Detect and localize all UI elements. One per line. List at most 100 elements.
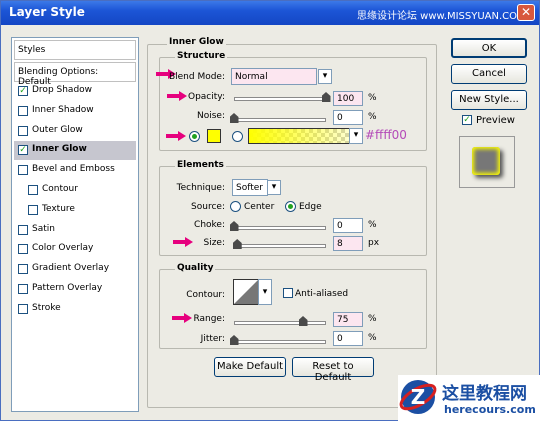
noise-input[interactable]: 0 (333, 110, 363, 125)
range-slider[interactable] (234, 321, 326, 325)
noise-label: Noise: (197, 111, 225, 121)
style-item-inner-shadow[interactable]: Inner Shadow (14, 102, 136, 121)
window-title: Layer Style (9, 5, 85, 19)
chevron-down-icon[interactable]: ▾ (349, 128, 363, 144)
style-item-label: Satin (32, 223, 55, 234)
jitter-slider[interactable] (234, 340, 326, 344)
chevron-down-icon[interactable]: ▾ (318, 69, 332, 84)
style-item-bevel-and-emboss[interactable]: Bevel and Emboss (14, 161, 136, 180)
style-checkbox[interactable] (18, 105, 28, 116)
source-label: Source: (191, 202, 225, 212)
source-center-label: Center (244, 202, 275, 212)
gradient-radio[interactable] (232, 131, 243, 142)
style-item-label: Inner Shadow (32, 104, 94, 115)
jitter-unit: % (368, 333, 377, 343)
styles-header[interactable]: Styles (14, 40, 136, 60)
svg-text:Z: Z (411, 385, 426, 409)
title-bar[interactable]: Layer Style 思缘设计论坛 www.MISSYUAN.COM ✕ (1, 1, 539, 25)
watermark-logo: Z 这里教程网 herecours.com (398, 375, 540, 421)
preview-thumbnail (459, 136, 515, 188)
choke-slider[interactable] (234, 226, 326, 230)
contour-preview-icon[interactable] (233, 279, 259, 305)
glow-color-swatch[interactable] (207, 129, 221, 143)
style-checkbox[interactable] (18, 264, 28, 275)
source-edge-label: Edge (299, 202, 322, 212)
noise-slider[interactable] (234, 118, 326, 122)
source-edge-radio[interactable] (285, 201, 296, 212)
style-checkbox[interactable] (18, 165, 28, 176)
color-radio[interactable] (189, 131, 200, 142)
style-checkbox[interactable]: ✓ (18, 86, 28, 96)
opacity-unit: % (368, 93, 377, 103)
cancel-button[interactable]: Cancel (451, 64, 527, 84)
styles-list: Styles Blending Options: Default ✓ Drop S… (11, 37, 139, 412)
size-slider[interactable] (234, 244, 326, 248)
highlight-arrow-icon (166, 131, 186, 141)
gradient-picker[interactable] (248, 128, 350, 144)
ok-button[interactable]: OK (451, 38, 527, 58)
blending-options-item[interactable]: Blending Options: Default (14, 62, 136, 87)
style-item-stroke[interactable]: Stroke (14, 300, 136, 319)
choke-unit: % (368, 220, 377, 230)
contour-label: Contour: (186, 290, 225, 300)
style-checkbox[interactable] (18, 284, 28, 294)
color-annotation: #ffff00 (365, 128, 407, 142)
jitter-input[interactable]: 0 (333, 331, 363, 346)
style-item-label: Gradient Overlay (32, 263, 110, 274)
style-item-label: Inner Glow (32, 144, 87, 155)
structure-title: Structure (175, 51, 228, 61)
style-checkbox[interactable] (18, 125, 28, 136)
technique-label: Technique: (176, 183, 225, 193)
blend-mode-select[interactable]: Normal (231, 68, 317, 85)
preview-swatch (472, 147, 500, 175)
preview-checkbox[interactable]: ✓ (462, 115, 472, 125)
style-item-satin[interactable]: Satin (14, 221, 136, 240)
style-item-label: Texture (42, 203, 75, 214)
style-item-drop-shadow[interactable]: ✓ Drop Shadow (14, 82, 136, 101)
chevron-down-icon[interactable]: ▾ (258, 279, 272, 305)
range-label: Range: (193, 314, 225, 324)
watermark-url: herecours.com (444, 403, 536, 416)
style-item-label: Outer Glow (32, 124, 83, 135)
range-unit: % (368, 314, 377, 324)
style-checkbox[interactable]: ✓ (18, 145, 28, 156)
preview-label: Preview (476, 115, 515, 126)
close-button[interactable]: ✕ (517, 4, 535, 21)
style-item-pattern-overlay[interactable]: Pattern Overlay (14, 280, 136, 299)
style-checkbox[interactable] (18, 244, 28, 255)
make-default-button[interactable]: Make Default (214, 357, 286, 377)
chevron-down-icon[interactable]: ▾ (267, 180, 281, 195)
anti-aliased-checkbox[interactable] (283, 288, 293, 298)
choke-input[interactable]: 0 (333, 218, 363, 233)
layer-style-window: Layer Style 思缘设计论坛 www.MISSYUAN.COM ✕ St… (0, 0, 540, 421)
style-item-texture[interactable]: Texture (14, 201, 136, 220)
reset-default-button[interactable]: Reset to Default (292, 357, 374, 383)
range-input[interactable]: 75 (333, 312, 363, 327)
style-checkbox[interactable] (28, 185, 38, 195)
opacity-input[interactable]: 100 (333, 91, 363, 106)
style-checkbox[interactable] (18, 224, 28, 235)
technique-select[interactable]: Softer (232, 179, 268, 196)
elements-title: Elements (175, 160, 226, 170)
opacity-slider[interactable] (234, 97, 326, 101)
inner-glow-title: Inner Glow (167, 37, 226, 47)
style-checkbox[interactable] (18, 303, 28, 314)
size-input[interactable]: 8 (333, 236, 363, 251)
style-item-gradient-overlay[interactable]: Gradient Overlay (14, 260, 136, 279)
style-item-label: Pattern Overlay (32, 283, 103, 293)
size-unit: px (368, 238, 380, 248)
style-checkbox[interactable] (28, 204, 38, 215)
new-style-button[interactable]: New Style... (451, 90, 527, 110)
style-item-contour[interactable]: Contour (14, 181, 136, 200)
style-item-inner-glow[interactable]: ✓ Inner Glow (14, 141, 136, 161)
style-item-label: Drop Shadow (32, 85, 93, 95)
watermark-brand: 这里教程网 (442, 384, 527, 404)
style-item-outer-glow[interactable]: Outer Glow (14, 122, 136, 141)
style-item-color-overlay[interactable]: Color Overlay (14, 240, 136, 259)
anti-aliased-label: Anti-aliased (295, 289, 349, 299)
style-item-label: Stroke (32, 302, 61, 313)
quality-title: Quality (175, 263, 216, 273)
source-center-radio[interactable] (230, 201, 241, 212)
jitter-label: Jitter: (200, 334, 225, 344)
style-item-label: Color Overlay (32, 243, 94, 254)
